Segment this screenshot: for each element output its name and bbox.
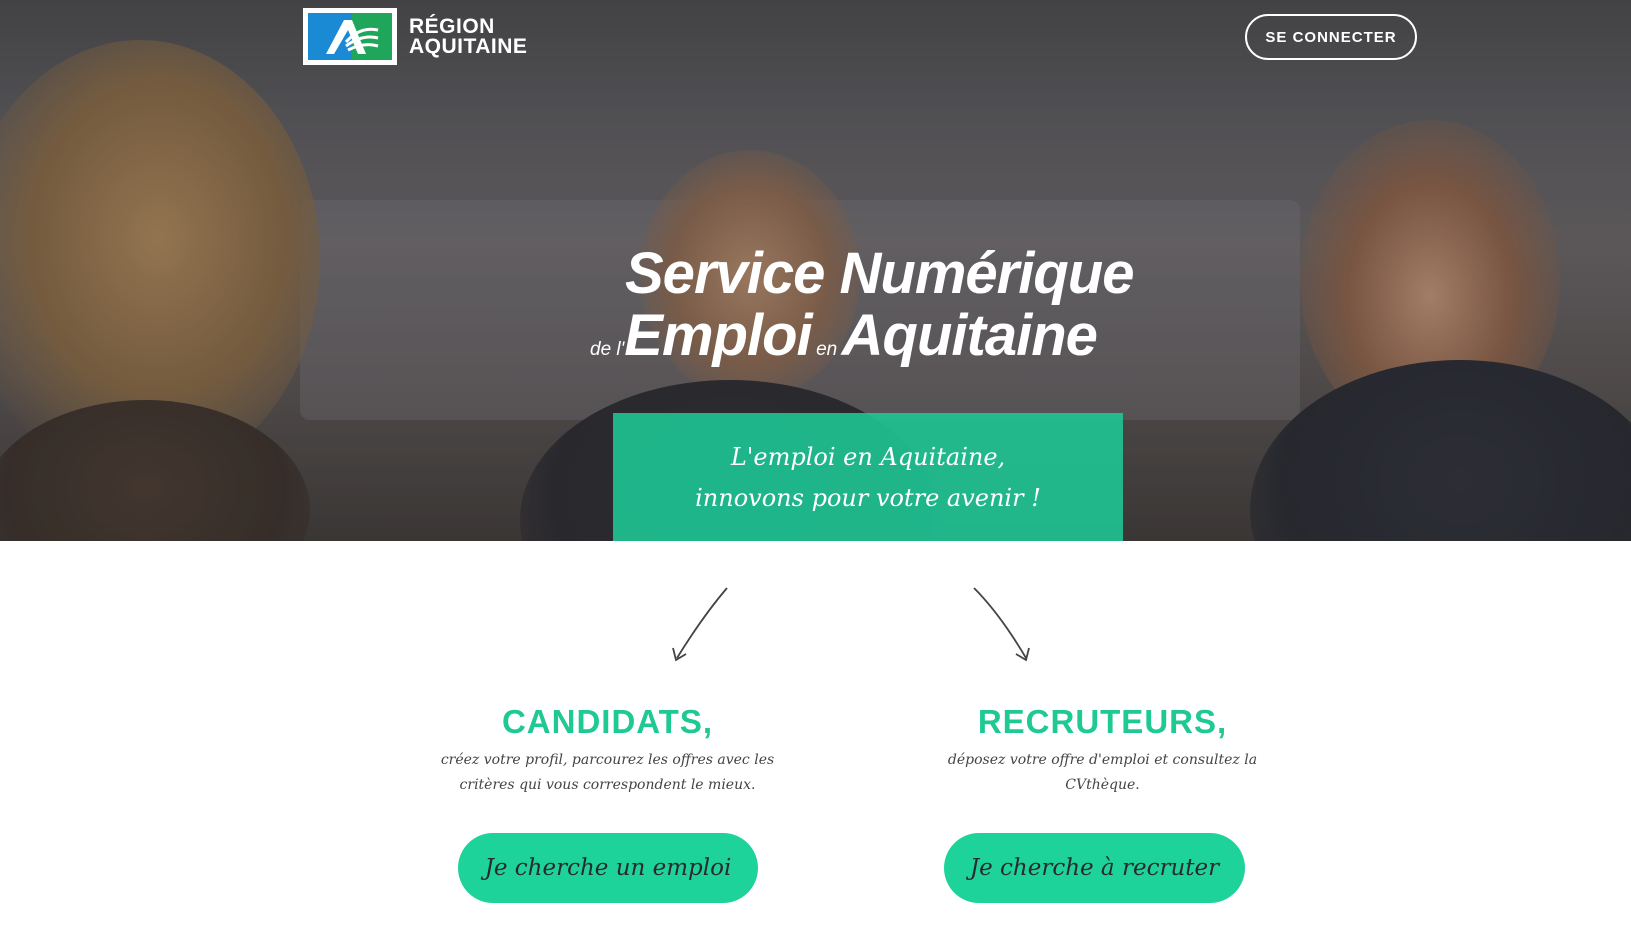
candidates-section: CANDIDATS, créez votre profil, parcourez… xyxy=(440,700,775,798)
headline-word-emploi: Emploi xyxy=(624,303,812,368)
logo-emblem xyxy=(303,8,397,65)
tagline-box: L'emploi en Aquitaine, innovons pour vot… xyxy=(613,413,1123,541)
arrow-down-right-icon xyxy=(973,587,1030,662)
tagline-line-1: L'emploi en Aquitaine, xyxy=(730,443,1006,471)
logo-line-1: RÉGION xyxy=(409,14,495,38)
headline-line-1: Service Numérique xyxy=(625,241,1134,306)
job-search-button[interactable]: Je cherche un emploi xyxy=(458,833,758,903)
candidates-description: créez votre profil, parcourez les offres… xyxy=(440,748,775,798)
recruiters-section: RECRUTEURS, déposez votre offre d'emploi… xyxy=(935,700,1270,798)
candidates-title: CANDIDATS, xyxy=(501,703,714,740)
recruiters-title: RECRUTEURS, xyxy=(977,703,1228,740)
tagline-line-2: innovons pour votre avenir ! xyxy=(695,484,1041,512)
hero-banner: RÉGION AQUITAINE SE CONNECTER Service Nu… xyxy=(0,0,1631,541)
candidates-desc-line-1: créez votre profil, parcourez les offres… xyxy=(440,752,775,768)
aquitaine-emblem-icon xyxy=(326,19,379,54)
recruiters-desc-line-2: CVthèque. xyxy=(1065,777,1140,793)
arrow-down-left-icon xyxy=(672,587,728,662)
headline-connector: en xyxy=(816,339,838,360)
login-button[interactable]: SE CONNECTER xyxy=(1245,14,1417,60)
region-logo[interactable]: RÉGION AQUITAINE xyxy=(303,8,527,65)
headline-line-2: de l'Emploi en Aquitaine xyxy=(590,302,1098,369)
headline-word-aquitaine: Aquitaine xyxy=(841,303,1098,368)
recruit-button[interactable]: Je cherche à recruter xyxy=(944,833,1245,903)
recruiters-description: déposez votre offre d'emploi et consulte… xyxy=(935,748,1270,798)
candidates-desc-line-2: critères qui vous correspondent le mieux… xyxy=(459,777,756,793)
headline-prefix: de l' xyxy=(590,339,625,360)
recruiters-desc-line-1: déposez votre offre d'emploi et consulte… xyxy=(947,752,1258,768)
logo-line-2: AQUITAINE xyxy=(409,34,528,58)
logo-wordmark: RÉGION AQUITAINE xyxy=(409,14,528,58)
